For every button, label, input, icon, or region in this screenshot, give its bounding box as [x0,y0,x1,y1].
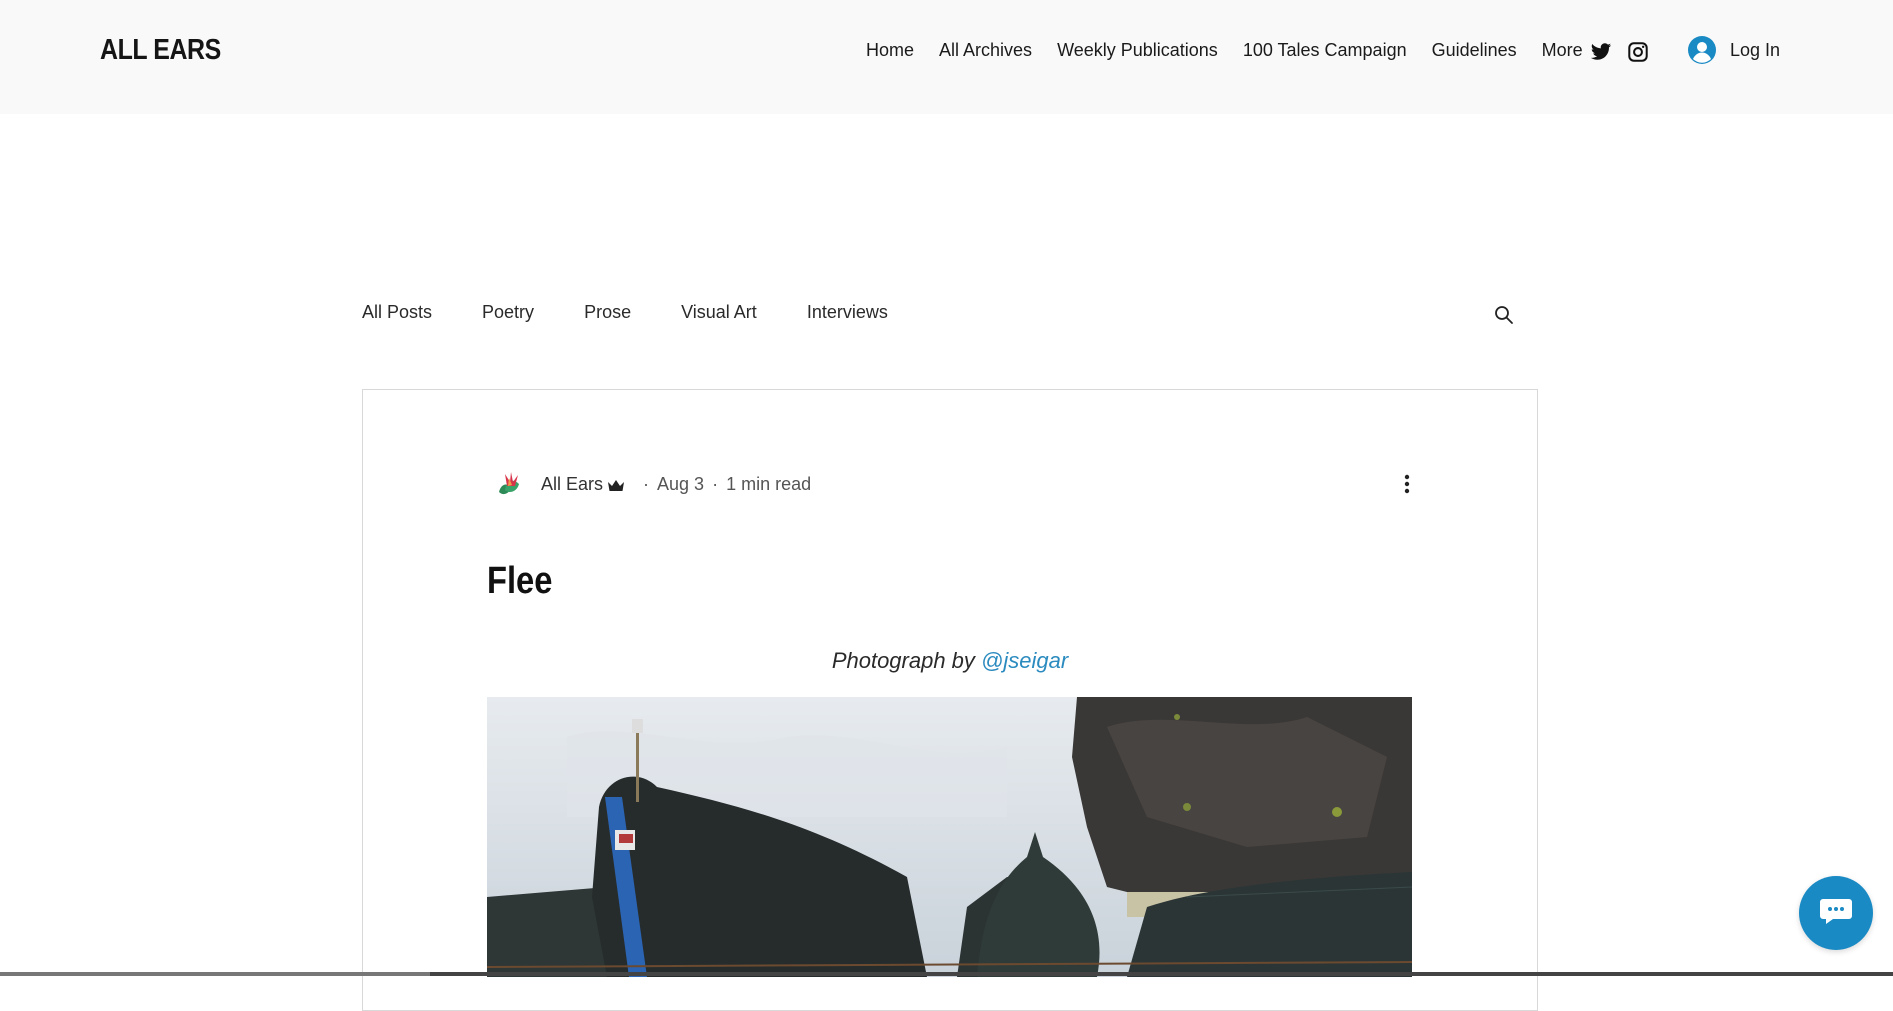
category-interviews[interactable]: Interviews [807,302,888,323]
nav-100-tales-campaign[interactable]: 100 Tales Campaign [1243,40,1407,61]
photographer-link[interactable]: @jseigar [981,648,1068,673]
blog-categories: All Posts Poetry Prose Visual Art Interv… [362,302,938,323]
login-label: Log In [1730,39,1781,60]
caption-prefix: Photograph by [831,648,975,673]
bottom-scroll-bar [0,972,1893,976]
post-card: All Ears · Aug 3 · 1 min read Flee Photo… [362,389,1538,1011]
site-header: ALL EARS Home All Archives Weekly Public… [0,0,1893,114]
post-date: Aug 3 [657,473,705,494]
category-prose[interactable]: Prose [584,302,631,323]
photo-caption: Photograph by @jseigar [363,648,1537,674]
chat-button[interactable] [1799,876,1873,950]
site-logo[interactable]: ALL EARS [100,34,221,67]
nav-weekly-publications[interactable]: Weekly Publications [1057,40,1218,61]
login-button[interactable]: Log In [1688,36,1780,64]
meta-separator: · [712,473,719,494]
post-photo[interactable] [487,697,1412,977]
user-avatar-icon [1688,36,1716,64]
category-all-posts[interactable]: All Posts [362,302,432,323]
category-poetry[interactable]: Poetry [482,302,534,323]
nav-more[interactable]: More [1542,40,1583,61]
post-title: Flee [487,560,553,602]
author-avatar[interactable] [491,466,527,502]
nav-home[interactable]: Home [866,40,914,61]
category-visual-art[interactable]: Visual Art [681,302,757,323]
main-nav: Home All Archives Weekly Publications 10… [866,40,1583,61]
nav-all-archives[interactable]: All Archives [939,40,1032,61]
post-read-time: 1 min read [726,473,812,494]
crown-icon [607,477,625,491]
author-name[interactable]: All Ears [541,474,603,495]
post-meta: All Ears · Aug 3 · 1 min read [491,466,811,502]
chat-icon [1819,896,1853,931]
meta-separator: · [643,473,650,494]
more-options-icon[interactable] [1397,472,1417,496]
social-links [1590,41,1664,63]
nav-guidelines[interactable]: Guidelines [1432,40,1517,61]
twitter-icon[interactable] [1590,41,1612,63]
instagram-icon[interactable] [1627,41,1649,63]
search-icon[interactable] [1494,305,1514,325]
